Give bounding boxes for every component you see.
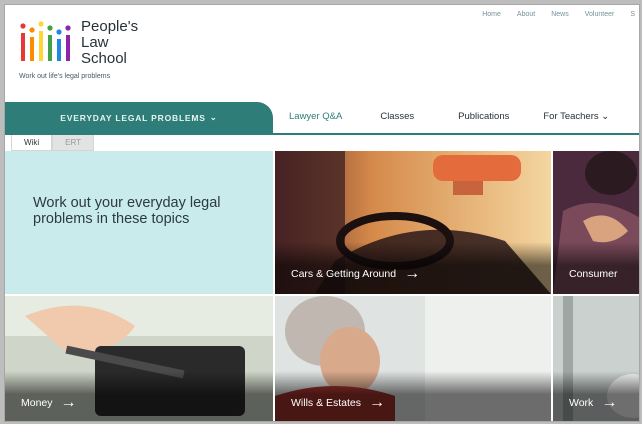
util-link-volunteer[interactable]: Volunteer	[585, 11, 615, 18]
nav-link-lawyer-qa[interactable]: Lawyer Q&A	[289, 111, 342, 122]
arrow-right-icon: →	[60, 394, 77, 411]
topic-label: Consumer	[569, 268, 618, 280]
language-tabs: Wiki ERT	[11, 135, 94, 151]
topic-tile-consumer[interactable]: Consumer	[553, 151, 639, 294]
nav-link-for-teachers[interactable]: For Teachers ⌄	[543, 111, 609, 122]
tile-caption: Cars & Getting Around →	[291, 265, 421, 282]
tile-caption: Wills & Estates →	[291, 394, 386, 411]
util-link-home[interactable]: Home	[482, 11, 501, 18]
utility-nav: Home About News Volunteer S	[482, 11, 635, 18]
browser-page: People's Law School Work out life's lega…	[4, 4, 640, 422]
nav-link-publications[interactable]: Publications	[458, 111, 509, 122]
tile-caption: Money →	[21, 394, 77, 411]
arrow-right-icon: →	[369, 394, 386, 411]
tile-caption: Work →	[569, 394, 618, 411]
topic-label: Work	[569, 397, 594, 409]
chevron-down-icon: ⌄	[209, 112, 218, 122]
arrow-right-icon: →	[404, 265, 421, 282]
topic-label: Money	[21, 397, 53, 409]
tile-caption: Consumer	[569, 268, 617, 280]
logo-tagline: Work out life's legal problems	[19, 73, 111, 80]
logo-line: Law	[81, 34, 109, 51]
main-nav-links: Lawyer Q&A Classes Publications For Teac…	[289, 111, 609, 122]
topic-tile-money[interactable]: Money →	[5, 296, 273, 421]
tab-ert[interactable]: ERT	[52, 135, 94, 151]
util-link-more[interactable]: S	[630, 11, 635, 18]
util-link-about[interactable]: About	[517, 11, 535, 18]
logo-line: School	[81, 50, 127, 67]
topic-tile-cars[interactable]: Cars & Getting Around →	[275, 151, 551, 294]
tab-wiki[interactable]: Wiki	[11, 135, 53, 151]
logo-wordmark: People's Law School	[81, 19, 138, 67]
topic-tile-work[interactable]: Work →	[553, 296, 639, 421]
arrow-right-icon: →	[601, 394, 618, 411]
intro-panel: Work out your everyday legal problems in…	[5, 151, 273, 294]
topic-tile-wills-estates[interactable]: Wills & Estates →	[275, 296, 551, 421]
logo-bars-icon	[20, 21, 71, 61]
nav-divider	[5, 133, 639, 135]
nav-link-classes[interactable]: Classes	[380, 111, 414, 122]
logo-line: People's	[81, 18, 139, 35]
util-link-news[interactable]: News	[551, 11, 569, 18]
nav-everyday-legal-problems[interactable]: EVERYDAY LEGAL PROBLEMS ⌄	[5, 102, 273, 133]
topic-label: Cars & Getting Around	[291, 268, 397, 280]
logo[interactable]: People's Law School Work out life's lega…	[15, 15, 215, 90]
nav-primary-label: EVERYDAY LEGAL PROBLEMS	[60, 112, 206, 123]
nav-link-for-teachers-label: For Teachers	[543, 111, 599, 122]
intro-heading: Work out your everyday legal problems in…	[33, 195, 221, 227]
chevron-down-icon: ⌄	[601, 111, 610, 122]
topic-label: Wills & Estates	[291, 397, 362, 409]
